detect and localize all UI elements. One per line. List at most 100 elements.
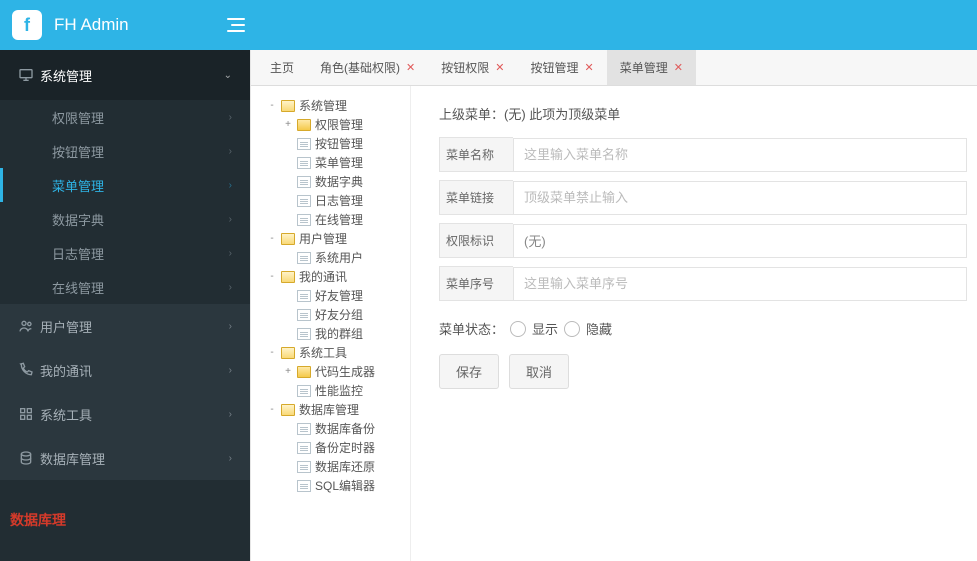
users-icon bbox=[18, 318, 40, 334]
tree-node-9[interactable]: - 我的通讯 bbox=[255, 267, 406, 286]
tree-node-label: 权限管理 bbox=[315, 116, 363, 133]
sidebar-sub-3[interactable]: 数据字典› bbox=[0, 202, 250, 236]
tab-0[interactable]: 主页 bbox=[257, 50, 307, 85]
tree-node-19[interactable]: 数据库还原 bbox=[255, 457, 406, 476]
tree-node-label: 按钮管理 bbox=[315, 135, 363, 152]
tree-toggle-icon[interactable]: - bbox=[267, 404, 277, 415]
tree-toggle-icon[interactable]: + bbox=[283, 366, 293, 377]
chevron-icon: › bbox=[229, 321, 232, 332]
chevron-right-icon: › bbox=[229, 248, 232, 259]
sidebar-sub-4[interactable]: 日志管理› bbox=[0, 236, 250, 270]
menu-perm-input[interactable] bbox=[513, 224, 967, 258]
tree-node-2[interactable]: 按钮管理 bbox=[255, 134, 406, 153]
parent-menu-note: 上级菜单：(无) 此项为顶级菜单 bbox=[439, 104, 967, 123]
logo-icon: f bbox=[12, 10, 42, 40]
field-label-perm: 权限标识 bbox=[439, 223, 513, 258]
close-icon[interactable]: ✕ bbox=[674, 61, 683, 74]
tree-node-label: 系统工具 bbox=[299, 344, 347, 361]
tree-node-1[interactable]: + 权限管理 bbox=[255, 115, 406, 134]
file-icon bbox=[297, 442, 311, 454]
tree-toggle-icon[interactable]: - bbox=[267, 271, 277, 282]
state-show-radio[interactable] bbox=[510, 321, 526, 337]
sidebar-item-2[interactable]: 我的通讯› bbox=[0, 348, 250, 392]
sidebar-sub-2[interactable]: 菜单管理› bbox=[0, 168, 250, 202]
tab-label: 菜单管理 bbox=[620, 59, 668, 76]
menu-name-input[interactable] bbox=[513, 138, 967, 172]
tree-node-label: 数据库管理 bbox=[299, 401, 359, 418]
tree-node-label: 系统管理 bbox=[299, 97, 347, 114]
tree-node-6[interactable]: 在线管理 bbox=[255, 210, 406, 229]
tree-node-0[interactable]: - 系统管理 bbox=[255, 96, 406, 115]
sidebar-sub-0[interactable]: 权限管理› bbox=[0, 100, 250, 134]
tree-node-8[interactable]: 系统用户 bbox=[255, 248, 406, 267]
tree-node-11[interactable]: 好友分组 bbox=[255, 305, 406, 324]
tree-node-18[interactable]: 备份定时器 bbox=[255, 438, 406, 457]
tree-node-label: SQL编辑器 bbox=[315, 477, 375, 494]
state-label: 菜单状态： bbox=[439, 319, 504, 338]
tree-node-15[interactable]: 性能监控 bbox=[255, 381, 406, 400]
tree-node-label: 日志管理 bbox=[315, 192, 363, 209]
tab-label: 主页 bbox=[270, 59, 294, 76]
tree-node-label: 系统用户 bbox=[315, 249, 363, 266]
tree-node-3[interactable]: 菜单管理 bbox=[255, 153, 406, 172]
file-icon bbox=[297, 480, 311, 492]
sidebar-item-label: 用户管理 bbox=[40, 317, 229, 336]
menu-toggle-icon[interactable] bbox=[217, 18, 245, 32]
tree-node-4[interactable]: 数据字典 bbox=[255, 172, 406, 191]
sidebar-item-label: 数据库管理 bbox=[40, 449, 229, 468]
tab-3[interactable]: 按钮管理✕ bbox=[517, 50, 606, 85]
tree-node-5[interactable]: 日志管理 bbox=[255, 191, 406, 210]
folder-icon bbox=[297, 366, 311, 378]
folder-open-icon bbox=[281, 100, 295, 112]
tree-node-label: 在线管理 bbox=[315, 211, 363, 228]
menu-link-input[interactable] bbox=[513, 181, 967, 215]
tree-node-17[interactable]: 数据库备份 bbox=[255, 419, 406, 438]
tab-2[interactable]: 按钮权限 ✕ bbox=[428, 50, 517, 85]
tree-node-label: 我的通讯 bbox=[299, 268, 347, 285]
tree-toggle-icon[interactable]: - bbox=[267, 233, 277, 244]
chevron-icon: › bbox=[229, 409, 232, 420]
folder-icon bbox=[297, 119, 311, 131]
tree-node-label: 备份定时器 bbox=[315, 439, 375, 456]
tree-toggle-icon[interactable]: + bbox=[283, 119, 293, 130]
tab-1[interactable]: 角色(基础权限)✕ bbox=[307, 50, 428, 85]
save-button[interactable]: 保存 bbox=[439, 354, 499, 389]
sidebar-sub-label: 在线管理 bbox=[52, 278, 104, 297]
tab-4[interactable]: 菜单管理 ✕ bbox=[607, 50, 696, 85]
tab-label: 按钮权限 bbox=[441, 59, 489, 76]
field-label-name: 菜单名称 bbox=[439, 137, 513, 172]
sidebar-sub-label: 权限管理 bbox=[52, 108, 104, 127]
tree-node-10[interactable]: 好友管理 bbox=[255, 286, 406, 305]
tree-node-20[interactable]: SQL编辑器 bbox=[255, 476, 406, 495]
sidebar-sub-1[interactable]: 按钮管理› bbox=[0, 134, 250, 168]
tree-node-16[interactable]: - 数据库管理 bbox=[255, 400, 406, 419]
tree-node-label: 好友管理 bbox=[315, 287, 363, 304]
sidebar-item-4[interactable]: 数据库管理› bbox=[0, 436, 250, 480]
close-icon[interactable]: ✕ bbox=[584, 61, 593, 74]
sidebar-item-3[interactable]: 系统工具› bbox=[0, 392, 250, 436]
file-icon bbox=[297, 309, 311, 321]
folder-open-icon bbox=[281, 347, 295, 359]
tree-node-13[interactable]: - 系统工具 bbox=[255, 343, 406, 362]
menu-tree: -系统管理+权限管理按钮管理菜单管理数据字典日志管理在线管理-用户管理系统用户-… bbox=[251, 86, 411, 561]
state-hide-radio[interactable] bbox=[564, 321, 580, 337]
chevron-icon: › bbox=[229, 453, 232, 464]
tree-toggle-icon[interactable]: - bbox=[267, 347, 277, 358]
tree-node-12[interactable]: 我的群组 bbox=[255, 324, 406, 343]
menu-order-input[interactable] bbox=[513, 267, 967, 301]
sidebar-item-1[interactable]: 用户管理› bbox=[0, 304, 250, 348]
tree-node-7[interactable]: -用户管理 bbox=[255, 229, 406, 248]
sidebar-sub-5[interactable]: 在线管理 › bbox=[0, 270, 250, 304]
cancel-button[interactable]: 取消 bbox=[509, 354, 569, 389]
chevron-icon: › bbox=[229, 365, 232, 376]
chevron-right-icon: › bbox=[229, 282, 232, 293]
file-icon bbox=[297, 290, 311, 302]
tree-node-label: 数据库还原 bbox=[315, 458, 375, 475]
close-icon[interactable]: ✕ bbox=[406, 61, 415, 74]
tree-node-label: 代码生成器 bbox=[315, 363, 375, 380]
tree-node-14[interactable]: + 代码生成器 bbox=[255, 362, 406, 381]
sidebar-item-0[interactable]: 系统管理⌄ bbox=[0, 50, 250, 100]
tree-toggle-icon[interactable]: - bbox=[267, 100, 277, 111]
sidebar: 系统管理⌄权限管理›按钮管理›菜单管理›数据字典›日志管理›在线管理›用户管理›… bbox=[0, 50, 250, 561]
close-icon[interactable]: ✕ bbox=[495, 61, 504, 74]
